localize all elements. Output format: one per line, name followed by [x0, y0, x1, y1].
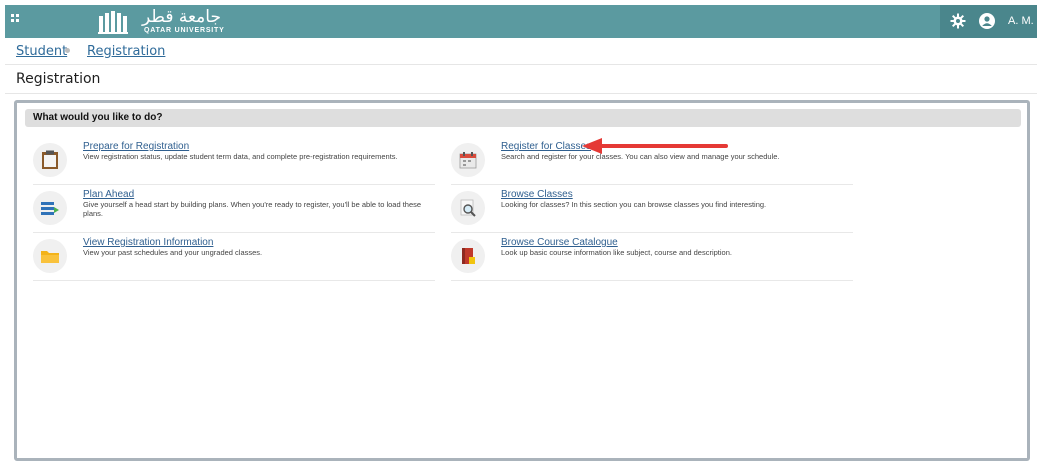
panel-heading: What would you like to do? [25, 109, 1021, 127]
clipboard-icon [42, 150, 58, 169]
option-description: View your past schedules and your ungrad… [83, 248, 263, 257]
logo-english-text: QATAR UNIVERSITY [144, 27, 225, 34]
magnifier-icon [460, 199, 476, 217]
option-title[interactable]: Browse Course Catalogue [501, 237, 618, 248]
plan-list-icon [41, 202, 59, 215]
option-browse-course-catalogue: Browse Course Catalogue Look up basic co… [451, 237, 853, 281]
option-description: Give yourself a head start by building p… [83, 200, 422, 218]
option-browse-classes: Browse Classes Looking for classes? In t… [451, 189, 853, 233]
app-grid-icon[interactable] [11, 14, 25, 28]
book-icon [462, 248, 475, 264]
option-description: Look up basic course information like su… [501, 248, 732, 257]
gear-icon[interactable] [950, 13, 966, 29]
option-title[interactable]: Prepare for Registration [83, 141, 189, 152]
user-name[interactable]: A. M. [1008, 15, 1034, 27]
option-description: View registration status, update student… [83, 152, 398, 161]
option-icon-circle [451, 191, 485, 225]
option-icon-circle [33, 191, 67, 225]
logo-mark-icon [98, 11, 128, 34]
registration-panel: What would you like to do? Prepare for R… [14, 100, 1030, 461]
breadcrumb: Student Registration [5, 38, 1037, 65]
breadcrumb-separator [65, 48, 70, 53]
folder-icon [41, 251, 59, 263]
option-title[interactable]: Browse Classes [501, 189, 573, 200]
page-title: Registration [16, 71, 101, 87]
user-avatar-icon[interactable] [979, 13, 995, 29]
university-logo[interactable]: جامعة قطر QATAR UNIVERSITY [98, 7, 238, 35]
panel-heading-text: What would you like to do? [33, 112, 163, 123]
option-prepare-for-registration: Prepare for Registration View registrati… [33, 141, 435, 185]
option-icon-circle [451, 239, 485, 273]
top-header-bar: جامعة قطر QATAR UNIVERSITY A. M. [5, 5, 1037, 38]
page-title-bar: Registration [5, 65, 1037, 94]
option-plan-ahead: Plan Ahead Give yourself a head start by… [33, 189, 435, 233]
option-title[interactable]: Register for Classes [501, 141, 591, 152]
breadcrumb-student[interactable]: Student [16, 44, 67, 59]
option-title[interactable]: View Registration Information [83, 237, 213, 248]
annotation-arrow-icon [582, 138, 728, 154]
user-area: A. M. [940, 5, 1037, 38]
breadcrumb-registration[interactable]: Registration [87, 44, 165, 59]
option-icon-circle [33, 143, 67, 177]
logo-arabic-text: جامعة قطر [142, 7, 221, 27]
option-icon-circle [33, 239, 67, 273]
option-view-registration-information: View Registration Information View your … [33, 237, 435, 281]
option-title[interactable]: Plan Ahead [83, 189, 134, 200]
calendar-icon [459, 152, 477, 169]
option-description: Looking for classes? In this section you… [501, 200, 767, 209]
option-icon-circle [451, 143, 485, 177]
